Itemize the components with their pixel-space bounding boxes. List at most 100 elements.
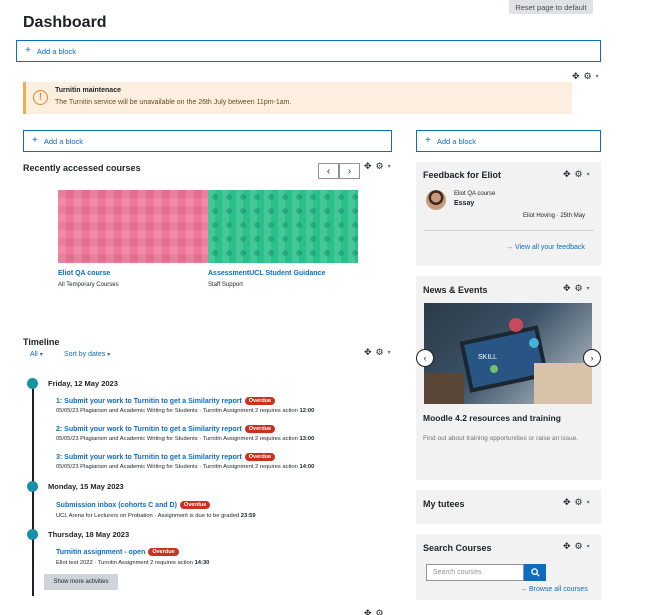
show-more-activities-button[interactable]: Show more activities [44, 574, 118, 590]
news-title: News & Events [423, 285, 488, 295]
news-headline[interactable]: Moodle 4.2 resources and training [423, 413, 561, 423]
event-title[interactable]: Submission inbox (cohorts C and D) [56, 502, 177, 509]
course-category: All Temporary Courses [58, 282, 119, 288]
browse-all-courses-label: Browse all courses [528, 586, 588, 593]
move-icon[interactable]: ✥ [563, 169, 571, 180]
move-icon[interactable]: ✥ [364, 608, 372, 615]
add-block-side-button[interactable]: + Add a block [416, 130, 601, 152]
news-next-button[interactable]: › [583, 349, 601, 367]
move-icon[interactable]: ✥ [563, 541, 571, 552]
arrow-right-icon: → [520, 586, 527, 593]
timeline-event-details: Eliot test 2022 · Turnitin Assignment 2 … [56, 560, 209, 566]
timeline-event-link[interactable]: Turnitin assignment - open Overdue [56, 548, 179, 556]
feedback-item[interactable]: Essay [454, 200, 474, 207]
courses-prev-button[interactable]: ‹ [318, 163, 339, 179]
gear-icon[interactable]: ⚙ [575, 497, 583, 508]
feedback-controls: ✥ ⚙ ▾ [563, 169, 590, 180]
move-icon[interactable]: ✥ [364, 347, 372, 358]
timeline-event-link[interactable]: Submission inbox (cohorts C and D) Overd… [56, 501, 211, 509]
chevron-down-icon[interactable]: ▾ [587, 499, 590, 506]
avatar [426, 190, 446, 210]
timeline-event-details: UCL Arena for Lecturers on Probation · A… [56, 513, 256, 519]
divider [424, 230, 594, 231]
timeline-event-details: 05/05/23 Plagiarism and Academic Writing… [56, 408, 314, 414]
warning-icon: ! [33, 90, 48, 105]
move-icon[interactable]: ✥ [563, 497, 571, 508]
gear-icon[interactable]: ⚙ [575, 169, 583, 180]
timeline-event-details: 05/05/23 Plagiarism and Academic Writing… [56, 436, 314, 442]
event-time: 12:00 [299, 408, 315, 414]
timeline-sort-dropdown[interactable]: Sort by dates ▾ [64, 351, 110, 358]
timeline-date: Monday, 15 May 2023 [48, 482, 124, 491]
timeline-date: Friday, 12 May 2023 [48, 379, 118, 388]
search-button[interactable] [524, 564, 546, 581]
bottom-block-controls: ✥ ⚙ [364, 608, 384, 615]
alert-message: The Turnitin service will be unavailable… [55, 99, 292, 106]
overdue-badge: Overdue [148, 548, 179, 556]
chevron-down-icon[interactable]: ▾ [587, 543, 590, 550]
move-icon[interactable]: ✥ [364, 161, 372, 172]
search-courses-controls: ✥ ⚙ ▾ [563, 541, 590, 552]
gear-icon[interactable]: ⚙ [575, 541, 583, 552]
recent-courses-controls: ✥ ⚙ ▾ [364, 161, 391, 172]
reset-page-button[interactable]: Reset page to default [509, 0, 593, 14]
feedback-meta: Eliot Hoving · 25th May [523, 213, 586, 219]
chevron-down-icon: ▾ [39, 352, 43, 358]
laptop-illustration: SKILL [424, 318, 592, 404]
gear-icon[interactable]: ⚙ [575, 283, 583, 294]
event-title[interactable]: Turnitin assignment - open [56, 549, 145, 556]
move-icon[interactable]: ✥ [563, 283, 571, 294]
course-image[interactable] [58, 190, 208, 263]
add-block-top-button[interactable]: + Add a block [16, 40, 601, 62]
news-image[interactable]: SKILL [424, 303, 592, 404]
search-icon [530, 568, 540, 577]
event-title[interactable]: 1: Submit your work to Turnitin to get a… [56, 398, 242, 405]
skill-label: SKILL [478, 354, 497, 361]
filter-label: All [30, 351, 38, 358]
timeline-controls: ✥ ⚙ ▾ [364, 347, 391, 358]
feedback-course: Eliot QA course [454, 191, 496, 197]
gear-icon[interactable]: ⚙ [376, 347, 384, 358]
alert-block-controls: ✥ ⚙ ▾ [572, 71, 599, 82]
recent-courses-title: Recently accessed courses [23, 163, 141, 173]
news-prev-button[interactable]: ‹ [416, 349, 434, 367]
timeline-dot [27, 378, 38, 389]
add-block-main-button[interactable]: + Add a block [23, 130, 392, 152]
chevron-down-icon[interactable]: ▾ [596, 73, 599, 80]
gear-icon[interactable]: ⚙ [584, 71, 592, 82]
chevron-down-icon[interactable]: ▾ [388, 163, 391, 170]
gear-icon[interactable]: ⚙ [376, 161, 384, 172]
gear-icon[interactable]: ⚙ [376, 608, 384, 615]
event-time: 23:59 [240, 513, 256, 519]
page-title: Dashboard [23, 14, 107, 31]
search-courses-input[interactable]: Search courses [426, 564, 524, 581]
event-title[interactable]: 3: Submit your work to Turnitin to get a… [56, 454, 242, 461]
courses-next-button[interactable]: › [339, 163, 360, 179]
overdue-badge: Overdue [179, 501, 211, 509]
timeline-event-link[interactable]: 2: Submit your work to Turnitin to get a… [56, 425, 276, 433]
timeline-event-link[interactable]: 1: Submit your work to Turnitin to get a… [56, 397, 276, 405]
view-feedback-label: View all your feedback [514, 244, 585, 251]
chevron-down-icon[interactable]: ▾ [388, 349, 391, 356]
course-name-link[interactable]: AssessmentUCL Student Guidance [208, 270, 325, 277]
chevron-down-icon: ▾ [107, 352, 111, 358]
search-courses-title: Search Courses [423, 543, 492, 553]
event-time: 14:30 [194, 560, 210, 566]
chevron-down-icon[interactable]: ▾ [587, 171, 590, 178]
move-icon[interactable]: ✥ [572, 71, 580, 82]
timeline-title: Timeline [23, 337, 60, 347]
plus-icon: + [25, 45, 31, 56]
view-feedback-link[interactable]: → View all your feedback [506, 244, 585, 251]
tutees-title: My tutees [423, 499, 465, 509]
browse-all-courses-link[interactable]: → Browse all courses [520, 586, 588, 593]
timeline-event-link[interactable]: 3: Submit your work to Turnitin to get a… [56, 453, 276, 461]
chevron-down-icon[interactable]: ▾ [587, 285, 590, 292]
alert-title: Turnitin maintenace [55, 87, 121, 94]
overdue-badge: Overdue [244, 453, 276, 461]
add-block-label: Add a block [36, 46, 77, 56]
timeline-dot [27, 529, 38, 540]
timeline-filter-dropdown[interactable]: All ▾ [30, 351, 43, 358]
course-image[interactable] [208, 190, 358, 263]
course-name-link[interactable]: Eliot QA course [58, 270, 110, 277]
event-title[interactable]: 2: Submit your work to Turnitin to get a… [56, 426, 242, 433]
